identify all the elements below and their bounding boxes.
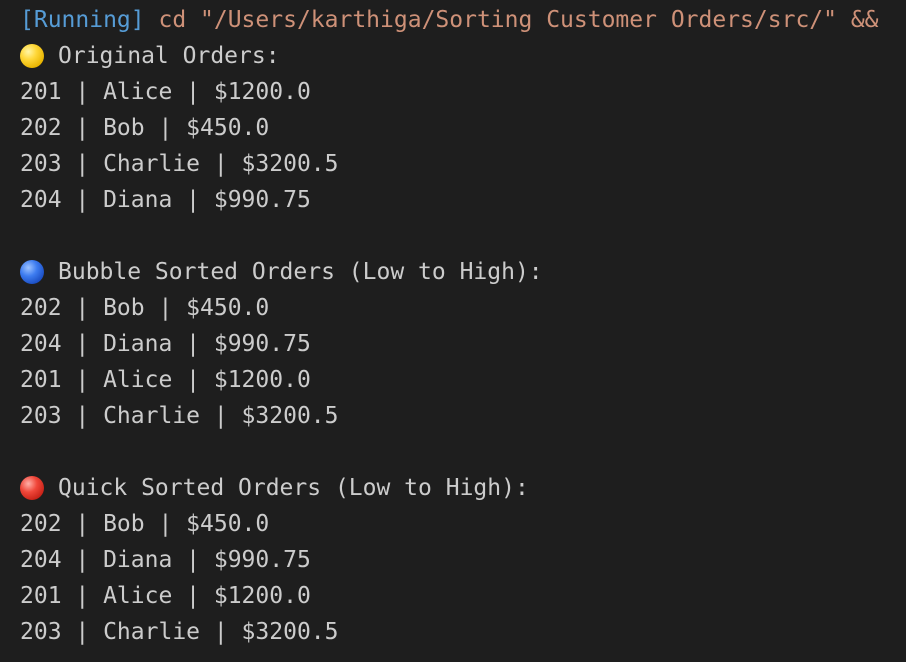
command-line: [Running] cd "/Users/karthiga/Sorting Cu… <box>20 2 879 38</box>
section-heading-bubble: Bubble Sorted Orders (Low to High): <box>20 254 543 290</box>
output-row: 203 | Charlie | $3200.5 <box>20 619 339 645</box>
heading-text: Quick Sorted Orders (Low to High): <box>58 475 529 501</box>
output-row: 204 | Diana | $990.75 <box>20 547 311 573</box>
yellow-circle-icon <box>20 44 44 68</box>
output-row: 201 | Alice | $1200.0 <box>20 79 311 105</box>
section-heading-quick: Quick Sorted Orders (Low to High): <box>20 470 529 506</box>
output-row: 202 | Bob | $450.0 <box>20 511 270 537</box>
blue-circle-icon <box>20 260 44 284</box>
output-row: 201 | Alice | $1200.0 <box>20 583 311 609</box>
heading-text: Bubble Sorted Orders (Low to High): <box>58 259 543 285</box>
command-text: cd "/Users/karthiga/Sorting Customer Ord… <box>144 7 879 33</box>
section-heading-original: Original Orders: <box>20 38 280 74</box>
output-row: 202 | Bob | $450.0 <box>20 295 270 321</box>
output-row: 201 | Alice | $1200.0 <box>20 367 311 393</box>
running-status: [Running] <box>20 7 145 33</box>
output-row: 203 | Charlie | $3200.5 <box>20 151 339 177</box>
red-circle-icon <box>20 476 44 500</box>
output-row: 202 | Bob | $450.0 <box>20 115 270 141</box>
heading-text: Original Orders: <box>58 43 280 69</box>
terminal-output[interactable]: [Running] cd "/Users/karthiga/Sorting Cu… <box>0 0 906 662</box>
output-row: 204 | Diana | $990.75 <box>20 331 311 357</box>
output-row: 204 | Diana | $990.75 <box>20 187 311 213</box>
output-row: 203 | Charlie | $3200.5 <box>20 403 339 429</box>
